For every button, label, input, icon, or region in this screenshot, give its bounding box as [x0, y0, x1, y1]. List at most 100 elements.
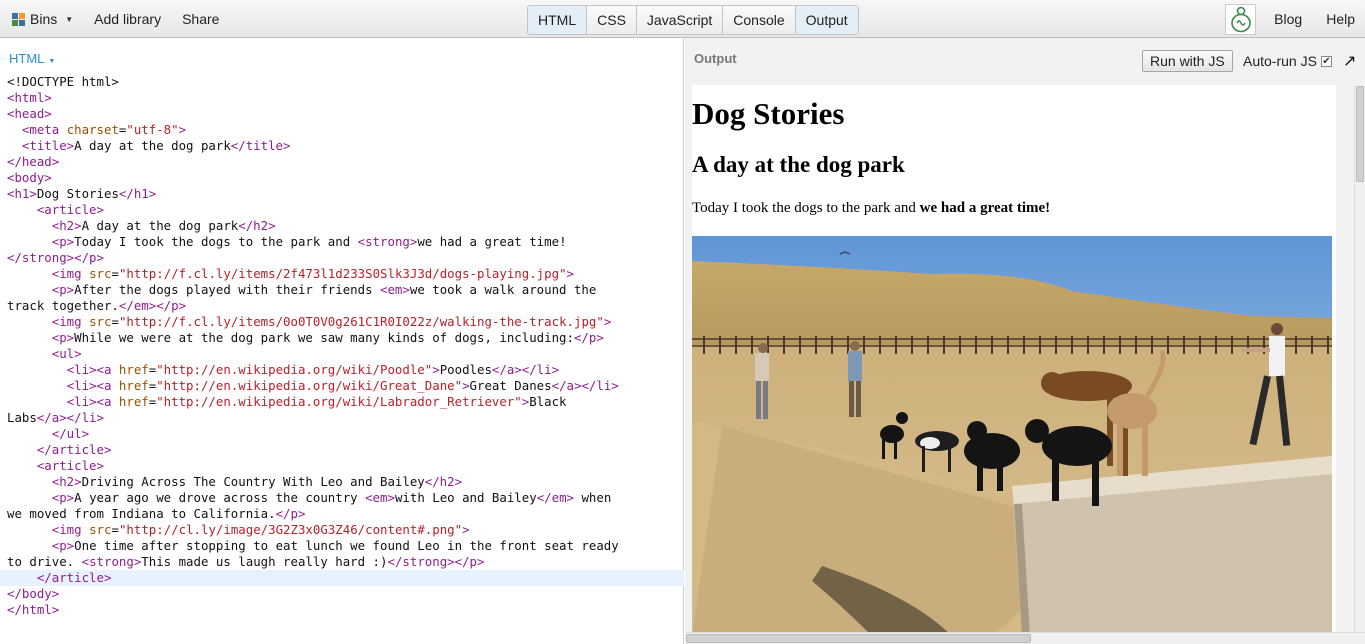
code-line[interactable]: <p>After the dogs played with their frie… — [0, 282, 684, 298]
tab-html[interactable]: HTML — [528, 6, 588, 34]
code-token: href — [118, 394, 149, 409]
help-link[interactable]: Help — [1326, 11, 1355, 27]
output-heading-2: A day at the dog park — [692, 152, 905, 177]
code-line[interactable]: <body> — [0, 170, 684, 186]
code-line[interactable]: <img src="http://f.cl.ly/items/0o0T0V0g2… — [0, 314, 684, 330]
code-line[interactable]: <ul> — [0, 346, 684, 362]
blog-link[interactable]: Blog — [1274, 11, 1302, 27]
code-token: "http://en.wikipedia.org/wiki/Great_Dane… — [156, 378, 463, 393]
code-line[interactable]: <p>A year ago we drove across the countr… — [0, 490, 684, 506]
tab-console[interactable]: Console — [723, 6, 796, 34]
code-line[interactable]: <h2>A day at the dog park</h2> — [0, 218, 684, 234]
code-line[interactable]: <img src="http://cl.ly/image/3G2Z3x0G3Z4… — [0, 522, 684, 538]
code-line[interactable]: <article> — [0, 202, 684, 218]
code-token: </article> — [36, 442, 112, 457]
vertical-scroll-thumb[interactable] — [1356, 86, 1364, 182]
bins-menu[interactable]: Bins ▼ — [12, 11, 73, 27]
code-token: </p> — [573, 330, 604, 345]
code-token: we took a walk around the — [409, 282, 597, 297]
code-line[interactable]: </html> — [0, 602, 684, 618]
share-button[interactable]: Share — [182, 11, 219, 27]
code-token: Driving Across The Country With Leo and … — [81, 474, 425, 489]
code-line[interactable]: <head> — [0, 106, 684, 122]
tab-css[interactable]: CSS — [587, 6, 637, 34]
output-heading-1: Dog Stories — [692, 96, 845, 131]
code-line[interactable]: </ul> — [0, 426, 684, 442]
code-token: <body> — [7, 170, 52, 185]
code-token: </h2> — [424, 474, 463, 489]
code-token: to drive. — [7, 554, 82, 569]
code-line[interactable]: <li><a href="http://en.wikipedia.org/wik… — [0, 394, 684, 410]
code-line[interactable]: <p>One time after stopping to eat lunch … — [0, 538, 684, 554]
code-line[interactable]: to drive. <strong>This made us laugh rea… — [0, 554, 684, 570]
code-line[interactable]: <article> — [0, 458, 684, 474]
code-token: <!DOCTYPE html> — [7, 74, 119, 89]
code-token: <em> — [365, 490, 395, 505]
code-token: <em> — [380, 282, 410, 297]
code-line[interactable]: <h2>Driving Across The Country With Leo … — [0, 474, 684, 490]
code-line[interactable]: <li><a href="http://en.wikipedia.org/wik… — [0, 362, 684, 378]
code-token: </strong></p> — [7, 250, 104, 265]
code-token: </em></p> — [118, 298, 187, 313]
code-line[interactable]: Labs</a></li> — [0, 410, 684, 426]
code-token: </a></li> — [551, 378, 619, 393]
code-token: </a></li> — [36, 410, 104, 425]
code-token: charset — [66, 122, 119, 137]
code-token: <ul> — [51, 346, 82, 361]
code-line[interactable]: <li><a href="http://en.wikipedia.org/wik… — [0, 378, 684, 394]
code-line[interactable]: </article> — [0, 442, 684, 458]
code-token: <li><a — [66, 378, 119, 393]
toolbar-right: Blog Help — [1225, 0, 1365, 38]
code-token: <h2> — [51, 218, 82, 233]
code-token: <h1> — [7, 186, 37, 201]
run-with-js-button[interactable]: Run with JS — [1142, 50, 1233, 72]
code-token: we had a great time! — [417, 234, 567, 249]
code-line[interactable]: </strong></p> — [0, 250, 684, 266]
code-line[interactable]: </article> — [0, 570, 684, 586]
output-vertical-scrollbar[interactable] — [1354, 85, 1365, 633]
code-token: src — [89, 266, 112, 281]
tab-javascript[interactable]: JavaScript — [636, 6, 724, 34]
jsbin-logo[interactable] — [1225, 3, 1257, 35]
code-token: </head> — [7, 154, 60, 169]
code-token: <p> — [51, 330, 75, 345]
code-line[interactable]: </body> — [0, 586, 684, 602]
code-token: <article> — [36, 202, 104, 217]
auto-run-checkbox[interactable]: ✔ — [1320, 55, 1332, 67]
code-token: with Leo and Bailey — [394, 490, 537, 505]
code-line[interactable]: <p>While we were at the dog park we saw … — [0, 330, 684, 346]
horizontal-scroll-thumb[interactable] — [686, 634, 1031, 643]
code-line[interactable]: <h1>Dog Stories</h1> — [0, 186, 684, 202]
code-token: <title> — [21, 138, 75, 153]
add-library-button[interactable]: Add library — [94, 11, 161, 27]
html-editor-panel[interactable]: HTML ▼ <!DOCTYPE html> <html> <head> <meta … — [0, 38, 684, 644]
code-line[interactable]: <html> — [0, 90, 684, 106]
code-editor[interactable]: <!DOCTYPE html> <html> <head> <meta charse… — [0, 74, 684, 618]
code-token: </em> — [536, 490, 574, 505]
code-line[interactable]: <img src="http://f.cl.ly/items/2f473l1d2… — [0, 266, 684, 282]
code-line[interactable]: we moved from Indiana to California.</p> — [0, 506, 684, 522]
code-line[interactable]: <!DOCTYPE html> — [0, 74, 684, 90]
code-token: <meta — [21, 122, 67, 137]
popout-icon[interactable]: ↗ — [1343, 51, 1356, 71]
code-line[interactable]: track together.</em></p> — [0, 298, 684, 314]
jsbin-logo-icon — [1230, 6, 1251, 32]
code-token: <head> — [7, 106, 52, 121]
output-horizontal-scrollbar[interactable] — [685, 632, 1365, 644]
code-line[interactable]: <title>A day at the dog park</title> — [0, 138, 684, 154]
code-line[interactable]: <p>Today I took the dogs to the park and… — [0, 234, 684, 250]
auto-run-toggle[interactable]: Auto-run JS ✔ — [1243, 53, 1332, 69]
tab-output[interactable]: Output — [795, 6, 858, 34]
editor-mode-dropdown[interactable]: HTML ▼ — [9, 51, 55, 66]
code-line[interactable]: <meta charset="utf-8"> — [0, 122, 684, 138]
code-token: </title> — [230, 138, 291, 153]
code-line[interactable]: </head> — [0, 154, 684, 170]
code-token: <h2> — [51, 474, 82, 489]
code-token: "http://f.cl.ly/items/0o0T0V0g261C1R0I02… — [118, 314, 604, 329]
